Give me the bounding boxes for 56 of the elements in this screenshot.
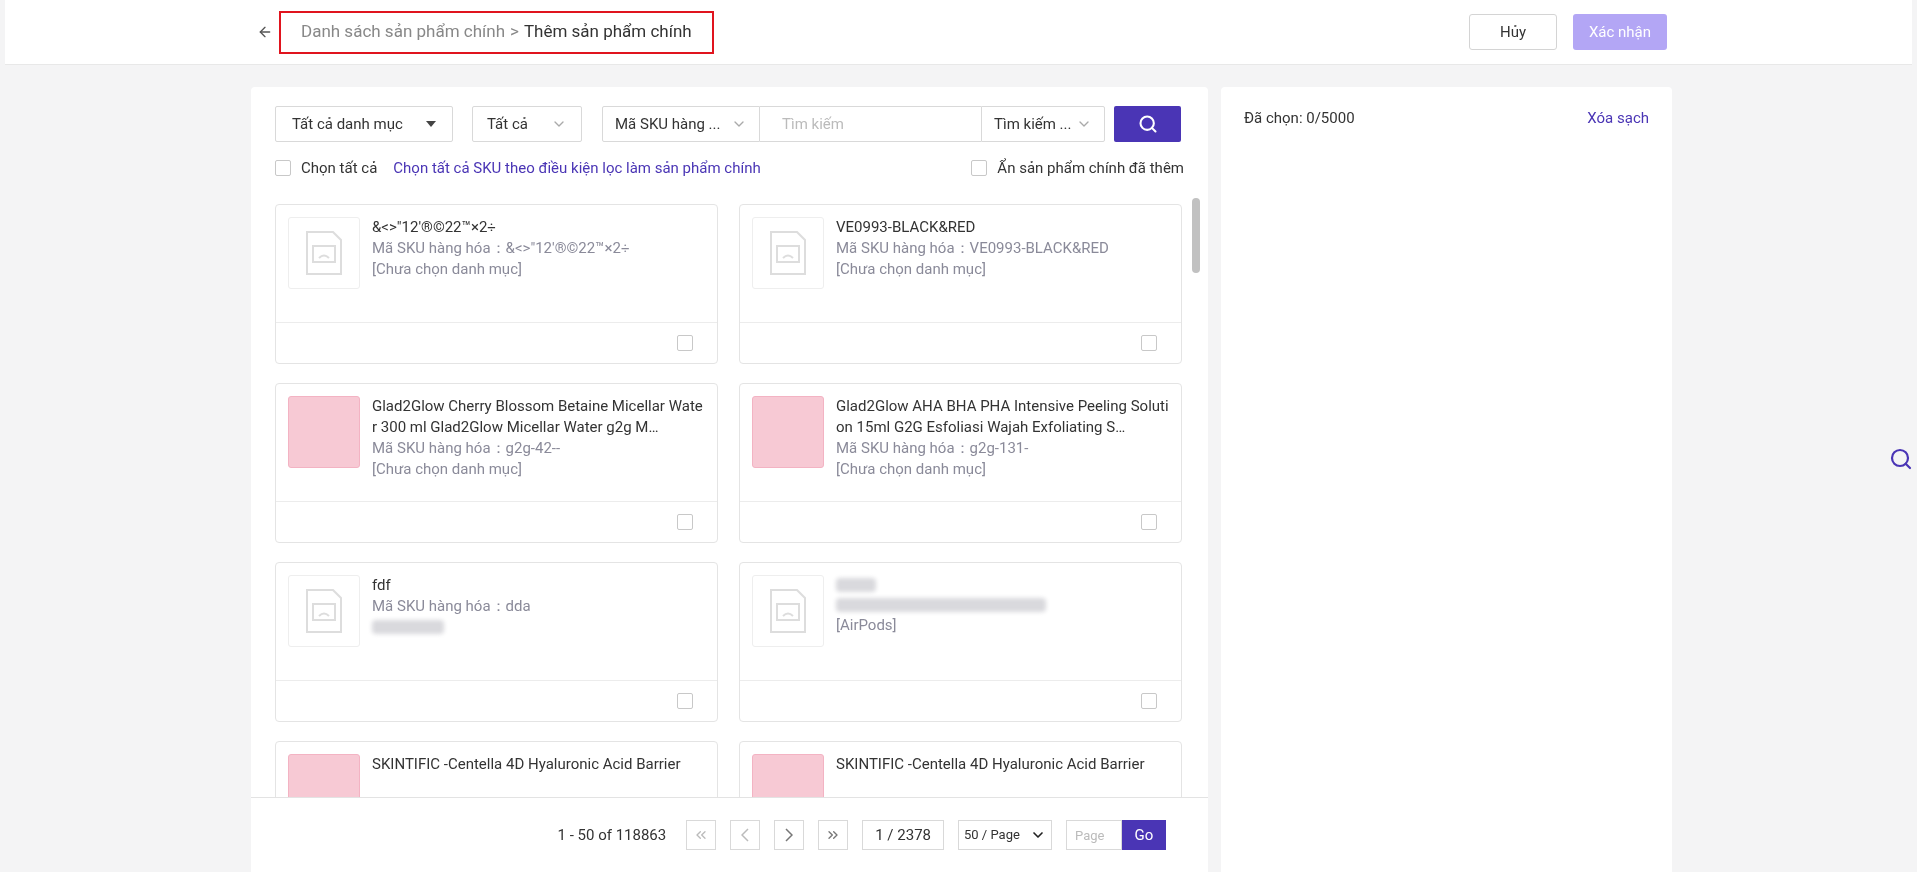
product-name: Glad2Glow AHA BHA PHA Intensive Peeling Solution 15ml G2G Esfoliasi Wajah Exfoliating S… — [836, 395, 1169, 438]
page-jump-input[interactable]: Page — [1066, 820, 1122, 850]
select-by-filter-link[interactable]: Chọn tất cả SKU theo điều kiện lọc làm sản phẩm chính — [393, 157, 761, 180]
back-arrow-icon[interactable] — [257, 24, 273, 40]
breadcrumb-current: Thêm sản phẩm chính — [523, 20, 692, 44]
last-page-button[interactable] — [818, 820, 849, 850]
search-field-dropdown[interactable]: Mã SKU hàng ... — [602, 106, 760, 142]
cancel-button[interactable]: Hủy — [1469, 14, 1557, 50]
checkbox[interactable] — [971, 160, 988, 177]
previous-page-button[interactable] — [730, 820, 761, 850]
breadcrumb-link[interactable]: Danh sách sản phẩm chính — [301, 19, 505, 45]
search-mode-dropdown[interactable]: Tìm kiếm ... — [981, 106, 1105, 142]
checkbox[interactable] — [1141, 692, 1157, 709]
status-dropdown[interactable]: Tất cả — [472, 106, 582, 142]
product-category: [Chưa chọn danh mục] — [372, 258, 523, 280]
clear-all-link[interactable]: Xóa sạch — [1587, 107, 1649, 130]
caret-icon — [426, 121, 436, 127]
search-button[interactable] — [1114, 106, 1181, 142]
product-category: [Chưa chọn danh mục] — [836, 458, 987, 480]
breadcrumb-separator: > — [510, 20, 519, 44]
product-name: fdf — [372, 574, 392, 596]
checkbox[interactable] — [275, 160, 291, 177]
product-sku: Mã SKU hàng hóa：VE0993-BLACK&RED — [836, 237, 1109, 259]
chevron-left-icon — [741, 828, 750, 842]
search-icon — [1137, 114, 1158, 134]
product-category: [Chưa chọn danh mục] — [836, 258, 987, 280]
product-name: SKINTIFIC -Centella 4D Hyaluronic Acid Barrier — [372, 753, 681, 775]
product-sku: Mã SKU hàng hóa：g2g-42-- — [372, 437, 562, 459]
search-icon[interactable] — [1889, 447, 1913, 471]
go-button[interactable]: Go — [1122, 820, 1166, 850]
category-dropdown[interactable]: Tất cả danh mục — [275, 106, 453, 142]
chevron-right-icon — [785, 828, 794, 842]
checkbox[interactable] — [677, 513, 693, 530]
product-name: Glad2Glow Cherry Blossom Betaine Micellar Water 300 ml Glad2Glow Micellar Water g2g M… — [372, 395, 704, 438]
checkbox[interactable] — [1141, 513, 1157, 530]
next-page-button[interactable] — [774, 820, 805, 850]
product-category: [Chưa chọn danh mục] — [372, 458, 523, 480]
scrollbar[interactable] — [1192, 197, 1200, 273]
product-category: [AirPods] — [836, 614, 898, 636]
product-sku: Mã SKU hàng hóa：&<>"12'®©22™×2÷ — [372, 237, 630, 259]
page-size-dropdown[interactable]: 50 / Page — [958, 820, 1052, 850]
checkbox[interactable] — [1141, 334, 1157, 351]
product-sku: Mã SKU hàng hóa：dda — [372, 595, 531, 617]
product-name: &<>"12'®©22™×2÷ — [372, 216, 497, 238]
checkbox[interactable] — [677, 334, 693, 351]
checkbox[interactable] — [677, 692, 693, 709]
page-indicator: 1 / 2378 — [862, 820, 944, 850]
selected-count: Đã chọn: 0/5000 — [1244, 108, 1355, 129]
first-page-button[interactable] — [686, 820, 717, 850]
result-range: 1 - 50 of 118863 — [557, 824, 667, 846]
product-sku: Mã SKU hàng hóa：g2g-131- — [836, 437, 1030, 459]
checkbox-label: Chọn tất cả — [301, 158, 378, 179]
search-input[interactable]: Tìm kiếm — [760, 106, 981, 142]
checkbox-label: Ẩn sản phẩm chính đã thêm — [997, 157, 1184, 179]
product-name: SKINTIFIC -Centella 4D Hyaluronic Acid Barrier — [836, 753, 1145, 775]
product-name: VE0993-BLACK&RED — [836, 216, 977, 238]
